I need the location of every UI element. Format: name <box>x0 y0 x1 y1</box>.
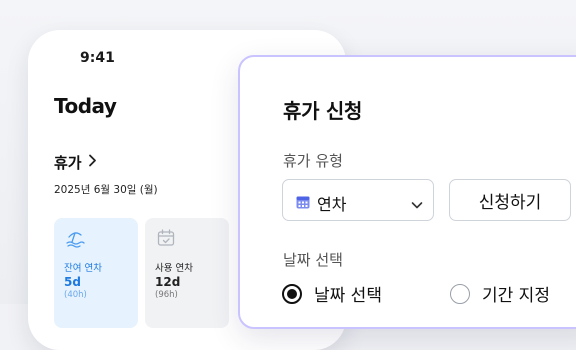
chevron-right-icon <box>88 154 97 171</box>
remaining-leave-hours: (40h) <box>64 290 87 300</box>
radio-date-range-label: 기간 지정 <box>482 286 550 306</box>
radio-single-date[interactable]: 날짜 선택 <box>282 281 382 306</box>
chevron-down-icon <box>411 195 423 209</box>
used-leave-days: 12d <box>155 275 181 289</box>
radio-unchecked-icon <box>450 283 470 304</box>
apply-button[interactable]: 신청하기 <box>449 179 571 221</box>
used-leave-card[interactable]: 사용 연차 12d (96h) <box>145 218 229 328</box>
calendar-icon <box>296 194 310 209</box>
radio-date-range[interactable]: 기간 지정 <box>450 281 550 306</box>
vacation-link-label: 휴가 <box>54 154 82 172</box>
used-leave-label: 사용 연차 <box>155 263 193 274</box>
remaining-leave-days: 5d <box>64 275 81 289</box>
radio-checked-icon <box>282 283 302 304</box>
leave-type-value: 연차 <box>317 195 347 214</box>
used-leave-hours: (96h) <box>155 290 178 300</box>
beach-icon <box>65 228 85 248</box>
leave-type-select[interactable]: 연차 <box>282 179 434 221</box>
leave-request-dialog: 휴가 신청 휴가 유형 연차 신청하기 날짜 선택 날짜 선택 기간 지정 <box>238 55 576 329</box>
calendar-check-icon <box>156 228 176 248</box>
remaining-leave-card[interactable]: 잔여 연차 5d (40h) <box>54 218 138 328</box>
dialog-title: 휴가 신청 <box>283 99 363 123</box>
radio-single-date-label: 날짜 선택 <box>314 286 382 306</box>
status-bar-time: 9:41 <box>80 50 115 66</box>
leave-type-label: 휴가 유형 <box>283 152 343 170</box>
current-date: 2025년 6월 30일 (월) <box>54 184 158 196</box>
vacation-link[interactable]: 휴가 <box>54 152 97 173</box>
page-title: Today <box>54 94 117 118</box>
remaining-leave-label: 잔여 연차 <box>64 263 102 274</box>
date-select-label: 날짜 선택 <box>283 251 343 269</box>
